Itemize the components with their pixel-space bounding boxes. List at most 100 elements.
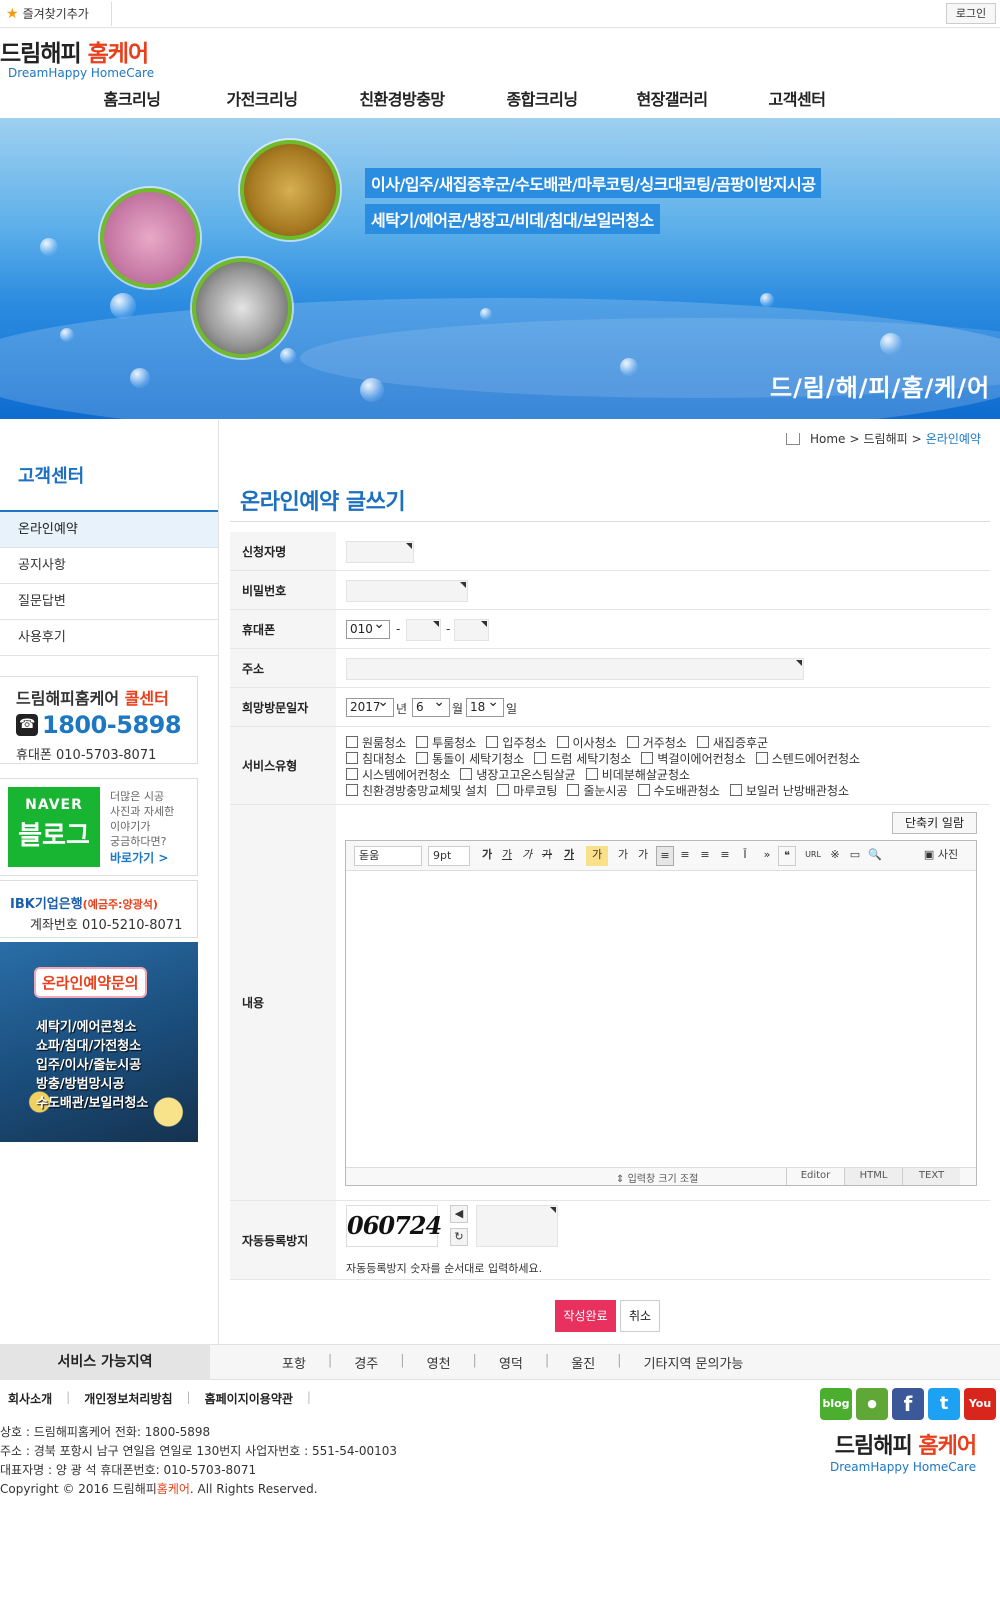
twitter-icon[interactable]: t bbox=[928, 1388, 960, 1420]
favorites-link[interactable]: ★ 즐겨찾기추가 bbox=[6, 5, 89, 22]
service-checkbox[interactable]: 벽걸이에어컨청소 bbox=[641, 750, 746, 767]
service-checkbox[interactable]: 침대청소 bbox=[346, 750, 406, 767]
nav-item-customer-center[interactable]: 고객센터 bbox=[732, 86, 862, 110]
align-right-icon[interactable]: ≡ bbox=[696, 846, 714, 866]
service-checkbox[interactable]: 시스템에어컨청소 bbox=[346, 766, 450, 783]
sidebar-item-online-reservation[interactable]: 온라인예약 bbox=[0, 512, 218, 548]
editor-footer: ⇕ 입력창 크기 조절 Editor HTML TEXT bbox=[346, 1167, 976, 1185]
service-checkbox[interactable]: 수도배관청소 bbox=[637, 782, 720, 799]
editor-mode-editor[interactable]: Editor bbox=[786, 1168, 844, 1185]
font-family-select[interactable]: 돋움 bbox=[354, 846, 422, 866]
facebook-icon[interactable]: f bbox=[892, 1388, 924, 1420]
mobile-number: 휴대폰 010-5703-8071 bbox=[16, 748, 157, 763]
kakaostory-icon[interactable]: ● bbox=[856, 1388, 888, 1420]
phone-last-input[interactable] bbox=[454, 619, 489, 641]
speaker-icon[interactable]: ◀ bbox=[450, 1205, 468, 1223]
find-icon[interactable]: 🔍 bbox=[866, 846, 884, 866]
breadcrumb-parent[interactable]: 드림해피 bbox=[864, 430, 908, 447]
editor-mode-text[interactable]: TEXT bbox=[902, 1168, 960, 1185]
photo-button[interactable]: ▣ 사진 bbox=[916, 846, 966, 866]
naver-blog-banner[interactable]: NAVER 블로그 더많은 시공 사진과 자세한 이야기가 궁금하다면? 바로가… bbox=[0, 778, 198, 876]
password-input[interactable] bbox=[346, 580, 468, 602]
top-bar bbox=[0, 0, 1000, 28]
service-checkbox[interactable]: 마루코팅 bbox=[497, 782, 557, 799]
italic-button[interactable]: 가 bbox=[518, 846, 536, 866]
day-select[interactable]: 18 bbox=[466, 695, 504, 717]
address-input[interactable] bbox=[346, 658, 804, 680]
service-checkbox[interactable]: 비데분해살균청소 bbox=[585, 766, 690, 783]
breadcrumb-current[interactable]: 온라인예약 bbox=[926, 430, 981, 447]
quote-icon[interactable]: ❝ bbox=[778, 846, 796, 866]
service-checkbox[interactable]: 줄눈시공 bbox=[567, 782, 628, 799]
service-checkbox[interactable]: 새집증후군 bbox=[696, 734, 768, 751]
login-button[interactable]: 로그인 bbox=[946, 3, 996, 24]
more-icon[interactable]: » bbox=[760, 846, 774, 866]
nav-item-gallery[interactable]: 현장갤러리 bbox=[612, 86, 732, 110]
editor-resize-handle[interactable]: ⇕ 입력창 크기 조절 bbox=[616, 1170, 698, 1185]
phone-middle-input[interactable] bbox=[406, 619, 441, 641]
breadcrumb-home[interactable]: Home bbox=[810, 432, 845, 446]
call-center-phone[interactable]: ☎ 1800-5898 bbox=[16, 711, 182, 739]
footer-links: 회사소개 | 개인정보처리방침 | 홈페이지이용약관 | bbox=[8, 1390, 311, 1407]
site-logo[interactable]: 드림해피 홈케어 DreamHappy HomeCare bbox=[0, 34, 154, 80]
phone-prefix-select[interactable]: 010 bbox=[346, 617, 390, 639]
name-input[interactable] bbox=[346, 541, 414, 563]
service-checkbox[interactable]: 원룸청소 bbox=[346, 734, 406, 751]
footer-link-terms[interactable]: 홈페이지이용약관 bbox=[205, 1390, 307, 1407]
superscript-button[interactable]: 가 bbox=[614, 846, 632, 866]
nav-item-home-cleaning[interactable]: 홈크리닝 bbox=[72, 86, 192, 110]
nav-item-appliance-cleaning[interactable]: 가전크리닝 bbox=[192, 86, 332, 110]
service-checkbox[interactable]: 통돌이 세탁기청소 bbox=[416, 750, 524, 767]
refresh-icon[interactable]: ↻ bbox=[450, 1228, 468, 1246]
link-icon[interactable]: URL bbox=[802, 846, 824, 866]
footer-logo: 드림해피 홈케어 DreamHappy HomeCare bbox=[830, 1434, 977, 1474]
bacteria-image bbox=[100, 188, 200, 288]
nav-item-eco-screen[interactable]: 친환경방충망 bbox=[332, 86, 472, 110]
service-checkbox[interactable]: 보일러 난방배관청소 bbox=[729, 782, 849, 799]
service-checkbox[interactable]: 거주청소 bbox=[626, 734, 687, 751]
nav-item-total-cleaning[interactable]: 종합크리닝 bbox=[472, 86, 612, 110]
service-checkbox[interactable]: 드럼 세탁기청소 bbox=[534, 750, 631, 767]
editor-mode-html[interactable]: HTML bbox=[844, 1168, 902, 1185]
align-justify-icon[interactable]: ≡ bbox=[716, 846, 734, 866]
service-checkbox[interactable]: 냉장고고온스팀살균 bbox=[460, 766, 576, 783]
footer-link-about[interactable]: 회사소개 bbox=[8, 1390, 66, 1407]
subscript-button[interactable]: 가 bbox=[634, 846, 652, 866]
year-select[interactable]: 2017 bbox=[346, 695, 394, 717]
footer-link-privacy[interactable]: 개인정보처리방침 bbox=[84, 1390, 186, 1407]
online-inquiry-banner[interactable]: 온라인예약문의 세탁기/에어콘청소 쇼파/침대/가전청소 입주/이사/줄눈시공 … bbox=[0, 942, 198, 1142]
service-checkbox[interactable]: 스텐드에어컨청소 bbox=[755, 750, 860, 767]
sidebar-item-reviews[interactable]: 사용후기 bbox=[0, 620, 218, 656]
submit-button[interactable]: 작성완료 bbox=[555, 1300, 616, 1332]
service-checkbox[interactable]: 투룸청소 bbox=[416, 734, 476, 751]
service-checkbox[interactable]: 친환경방충망교체및 설치 bbox=[346, 782, 487, 799]
sidebar-item-notice[interactable]: 공지사항 bbox=[0, 548, 218, 584]
shortcut-list-button[interactable]: 단축키 일람 bbox=[892, 812, 977, 834]
captcha-input[interactable] bbox=[476, 1205, 558, 1247]
bg-color-button[interactable]: 가 bbox=[586, 846, 608, 866]
mold-image bbox=[192, 258, 292, 358]
strike-button[interactable]: 가 bbox=[538, 846, 556, 866]
youtube-icon[interactable]: You bbox=[964, 1388, 996, 1420]
label-captcha: 자동등록방지 bbox=[230, 1201, 336, 1279]
bold-button[interactable]: 가 bbox=[478, 846, 496, 866]
service-checkbox[interactable]: 이사청소 bbox=[556, 734, 617, 751]
logo-text: 드림해피 홈케어 bbox=[0, 41, 149, 67]
table-icon[interactable]: ▭ bbox=[846, 846, 864, 866]
sidebar-item-qna[interactable]: 질문답변 bbox=[0, 584, 218, 620]
label-visit-date: 희망방문일자 bbox=[230, 688, 336, 726]
special-char-icon[interactable]: ※ bbox=[826, 846, 844, 866]
font-color-button[interactable]: 가 bbox=[558, 846, 580, 866]
cancel-button[interactable]: 취소 bbox=[620, 1300, 660, 1332]
month-select[interactable]: 6 bbox=[412, 695, 450, 717]
font-size-select[interactable]: 9pt bbox=[428, 846, 470, 866]
naver-blog-link[interactable]: 바로가기 > bbox=[110, 849, 168, 866]
service-checkbox[interactable]: 입주청소 bbox=[486, 734, 547, 751]
blog-icon[interactable]: blog bbox=[820, 1388, 852, 1420]
content-editor[interactable]: 돋움 9pt 가 가 가 가 가 가 가 가 ≡ ≡ ≡ ≡ Ī » ❝ URL… bbox=[345, 840, 977, 1186]
align-center-icon[interactable]: ≡ bbox=[676, 846, 694, 866]
form-row-phone: 휴대폰 010 - - bbox=[230, 610, 990, 649]
line-height-icon[interactable]: Ī bbox=[736, 846, 754, 866]
underline-button[interactable]: 가 bbox=[498, 846, 516, 866]
align-left-icon[interactable]: ≡ bbox=[656, 846, 674, 866]
